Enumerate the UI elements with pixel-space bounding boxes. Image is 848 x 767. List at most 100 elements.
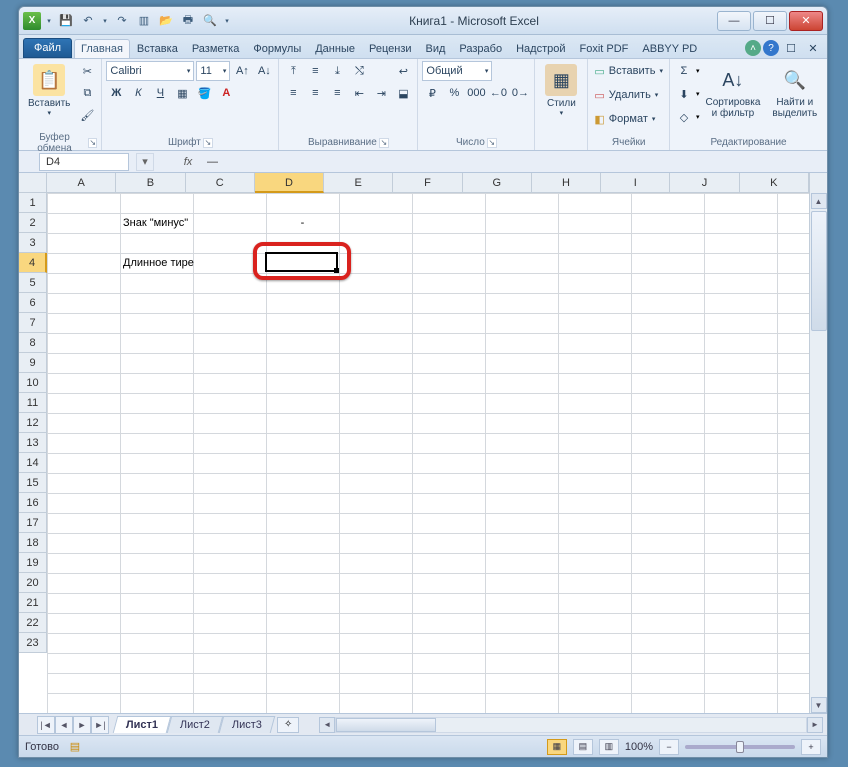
align-right-button[interactable]: ≡ [327, 83, 347, 103]
paste-button[interactable]: 📋 Вставить ▾ [23, 61, 75, 120]
page-layout-view-button[interactable]: ▤ [573, 739, 593, 755]
number-dialog-launcher[interactable]: ↘ [487, 138, 497, 148]
italic-button[interactable]: К [128, 83, 148, 103]
tab-data[interactable]: Данные [308, 39, 362, 58]
workbook-close-icon[interactable]: ✕ [803, 38, 823, 58]
vscroll-track[interactable] [811, 209, 827, 697]
zoom-in-button[interactable]: + [801, 739, 821, 755]
workbook-restore-icon[interactable]: ☐ [781, 38, 801, 58]
clear-button[interactable]: ◇ [674, 107, 694, 127]
sheet-tab-3[interactable]: Лист3 [219, 716, 276, 733]
qat-redo-button[interactable]: ↷ [113, 12, 131, 30]
alignment-dialog-launcher[interactable]: ↘ [379, 138, 389, 148]
sheet-tab-2[interactable]: Лист2 [167, 716, 224, 733]
normal-view-button[interactable]: ▦ [547, 739, 567, 755]
font-color-button[interactable]: A [216, 83, 236, 103]
align-middle-button[interactable]: ≡ [305, 61, 325, 81]
qat-undo-button[interactable]: ↶ [79, 12, 97, 30]
minimize-button[interactable]: — [717, 11, 751, 31]
row-header-13[interactable]: 13 [19, 433, 47, 453]
excel-icon[interactable]: X [23, 12, 41, 30]
cell-d4[interactable]: — [266, 253, 339, 273]
qat-open-button[interactable]: 📂 [157, 12, 175, 30]
row-header-14[interactable]: 14 [19, 453, 47, 473]
row-header-12[interactable]: 12 [19, 413, 47, 433]
clipboard-dialog-launcher[interactable]: ↘ [88, 138, 97, 148]
new-sheet-button[interactable]: ✧ [277, 717, 299, 733]
find-select-button[interactable]: 🔍 Найти и выделить [766, 61, 823, 122]
scroll-right-button[interactable]: ► [807, 717, 823, 733]
qat-undo-dropdown[interactable]: ▾ [101, 17, 109, 25]
tab-insert[interactable]: Вставка [130, 39, 185, 58]
align-left-button[interactable]: ≡ [283, 83, 303, 103]
font-dialog-launcher[interactable]: ↘ [203, 138, 213, 148]
row-header-4[interactable]: 4 [19, 253, 47, 273]
increase-decimal-button[interactable]: ←0 [488, 83, 508, 103]
row-header-3[interactable]: 3 [19, 233, 47, 253]
col-header-j[interactable]: J [670, 173, 739, 193]
select-all-corner[interactable] [19, 173, 47, 193]
horizontal-scrollbar[interactable]: ◄ ► [319, 717, 823, 733]
copy-button[interactable]: ⧉ [77, 83, 97, 103]
align-bottom-button[interactable]: ⤓ [327, 61, 347, 81]
name-box[interactable]: D4 [39, 153, 129, 171]
sheet-next-button[interactable]: ► [73, 716, 91, 734]
cut-button[interactable]: ✂ [77, 61, 97, 81]
sheet-first-button[interactable]: |◄ [37, 716, 55, 734]
currency-button[interactable]: ₽ [422, 83, 442, 103]
wrap-text-button[interactable]: ↩ [393, 61, 413, 81]
autosum-button[interactable]: Σ [674, 61, 694, 81]
increase-indent-button[interactable]: ⇥ [371, 83, 391, 103]
row-header-2[interactable]: 2 [19, 213, 47, 233]
col-header-b[interactable]: B [116, 173, 185, 193]
page-break-view-button[interactable]: ▥ [599, 739, 619, 755]
namebox-dropdown[interactable]: ▾ [136, 153, 154, 171]
sheet-prev-button[interactable]: ◄ [55, 716, 73, 734]
fx-button[interactable]: fx [175, 156, 201, 168]
formula-input[interactable]: — [201, 153, 801, 171]
zoom-level[interactable]: 100% [625, 741, 653, 753]
row-header-5[interactable]: 5 [19, 273, 47, 293]
font-size-combo[interactable]: 11▾ [196, 61, 230, 81]
row-header-1[interactable]: 1 [19, 193, 47, 213]
row-header-21[interactable]: 21 [19, 593, 47, 613]
row-header-8[interactable]: 8 [19, 333, 47, 353]
tab-formulas[interactable]: Формулы [246, 39, 308, 58]
shrink-font-button[interactable]: A↓ [254, 61, 274, 81]
hscroll-thumb[interactable] [336, 718, 436, 732]
close-button[interactable]: ✕ [789, 11, 823, 31]
col-header-h[interactable]: H [532, 173, 601, 193]
styles-button[interactable]: ▦ Стили ▾ [539, 61, 583, 120]
minimize-ribbon-icon[interactable]: ˄ [745, 40, 761, 56]
row-header-20[interactable]: 20 [19, 573, 47, 593]
col-header-g[interactable]: G [463, 173, 532, 193]
file-tab[interactable]: Файл [23, 38, 72, 58]
decrease-indent-button[interactable]: ⇤ [349, 83, 369, 103]
zoom-out-button[interactable]: − [659, 739, 679, 755]
row-header-23[interactable]: 23 [19, 633, 47, 653]
sheet-last-button[interactable]: ►| [91, 716, 109, 734]
cell-b2[interactable]: Знак "минус" [120, 213, 266, 233]
col-header-f[interactable]: F [393, 173, 462, 193]
scroll-up-button[interactable]: ▲ [811, 193, 827, 209]
row-header-22[interactable]: 22 [19, 613, 47, 633]
format-cells-button[interactable]: ◧Формат▾ [592, 109, 665, 129]
system-menu-dropdown[interactable]: ▾ [45, 17, 53, 25]
hscroll-track[interactable] [335, 717, 807, 733]
row-header-7[interactable]: 7 [19, 313, 47, 333]
align-center-button[interactable]: ≡ [305, 83, 325, 103]
row-header-11[interactable]: 11 [19, 393, 47, 413]
row-header-18[interactable]: 18 [19, 533, 47, 553]
row-header-17[interactable]: 17 [19, 513, 47, 533]
col-header-a[interactable]: A [47, 173, 116, 193]
merge-button[interactable]: ⬓ [393, 83, 413, 103]
format-painter-button[interactable]: 🖌 [77, 105, 97, 125]
col-header-d[interactable]: D [255, 173, 324, 193]
percent-button[interactable]: % [444, 83, 464, 103]
row-header-6[interactable]: 6 [19, 293, 47, 313]
bold-button[interactable]: Ж [106, 83, 126, 103]
tab-foxit[interactable]: Foxit PDF [573, 39, 636, 58]
zoom-slider[interactable] [685, 745, 795, 749]
delete-cells-button[interactable]: ▭Удалить▾ [592, 85, 665, 105]
tab-developer[interactable]: Разрабо [452, 39, 509, 58]
